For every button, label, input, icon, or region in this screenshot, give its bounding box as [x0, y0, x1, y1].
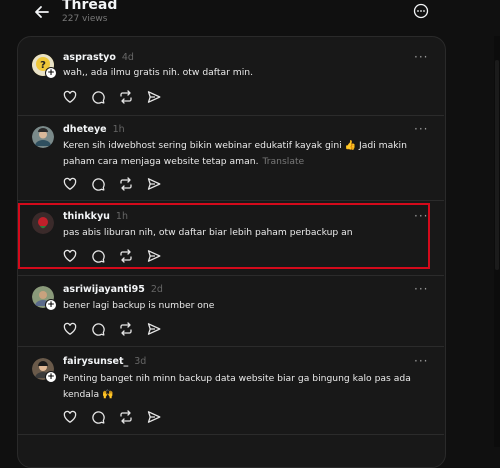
comment-icon[interactable] — [91, 177, 105, 191]
share-icon[interactable] — [147, 322, 161, 336]
like-icon[interactable] — [63, 322, 77, 336]
highlight-box — [18, 203, 430, 269]
divider — [17, 200, 444, 201]
repost-icon[interactable] — [119, 177, 133, 191]
post-text: bener lagi backup is number one — [63, 298, 423, 314]
username-text[interactable]: asprastyo — [63, 52, 116, 63]
timestamp: 1h — [112, 124, 125, 135]
timestamp: 4d — [121, 52, 134, 63]
follow-plus-icon[interactable]: + — [45, 299, 57, 311]
username-text[interactable]: asriwijayanti95 — [63, 284, 145, 295]
post-more-icon[interactable]: ··· — [414, 50, 428, 64]
post-text-content: Penting banget nih minn backup data webs… — [63, 373, 411, 400]
share-icon[interactable] — [147, 177, 161, 191]
username-text[interactable]: fairysunset_ — [63, 356, 128, 367]
timestamp: 2d — [150, 284, 163, 295]
username-text[interactable]: dheteye — [63, 124, 107, 135]
repost-icon[interactable] — [119, 410, 133, 424]
divider — [17, 434, 444, 435]
avatar[interactable] — [32, 126, 54, 148]
post-text: Penting banget nih minn backup data webs… — [63, 371, 423, 403]
like-icon[interactable] — [63, 177, 77, 191]
divider — [17, 346, 444, 347]
share-icon[interactable] — [147, 90, 161, 104]
comment-icon[interactable] — [91, 410, 105, 424]
header-bar: Thread 227 views — [0, 0, 500, 36]
share-icon[interactable] — [147, 410, 161, 424]
post-more-icon[interactable]: ··· — [414, 282, 428, 296]
comment-icon[interactable] — [91, 322, 105, 336]
scrollbar-thumb[interactable] — [495, 60, 499, 270]
username[interactable]: asprastyo 4d — [63, 52, 134, 63]
post-text-content: bener lagi backup is number one — [63, 300, 215, 311]
scrollbar[interactable] — [494, 0, 500, 447]
username[interactable]: fairysunset_ 3d — [63, 356, 146, 367]
divider — [17, 115, 444, 116]
divider — [17, 275, 444, 276]
like-icon[interactable] — [63, 90, 77, 104]
back-arrow-icon[interactable] — [33, 3, 51, 21]
post-more-icon[interactable]: ··· — [414, 122, 428, 136]
follow-plus-icon[interactable]: + — [45, 67, 57, 79]
page-title: Thread — [62, 0, 118, 13]
username[interactable]: asriwijayanti95 2d — [63, 284, 163, 295]
timestamp: 3d — [134, 356, 147, 367]
username[interactable]: dheteye 1h — [63, 124, 125, 135]
post-text-content: Keren sih idwebhost sering bikin webinar… — [63, 140, 407, 167]
post-more-icon[interactable]: ··· — [414, 354, 428, 368]
post-text: wah,, ada ilmu gratis nih. otw daftar mi… — [63, 65, 423, 81]
view-count: 227 views — [62, 14, 108, 24]
repost-icon[interactable] — [119, 322, 133, 336]
post-text: Keren sih idwebhost sering bikin webinar… — [63, 138, 423, 170]
repost-icon[interactable] — [119, 90, 133, 104]
post-text-content: wah,, ada ilmu gratis nih. otw daftar mi… — [63, 67, 254, 78]
more-options-icon[interactable] — [413, 3, 429, 19]
translate-link[interactable]: Translate — [263, 156, 305, 167]
comment-icon[interactable] — [91, 90, 105, 104]
like-icon[interactable] — [63, 410, 77, 424]
follow-plus-icon[interactable]: + — [45, 371, 57, 383]
